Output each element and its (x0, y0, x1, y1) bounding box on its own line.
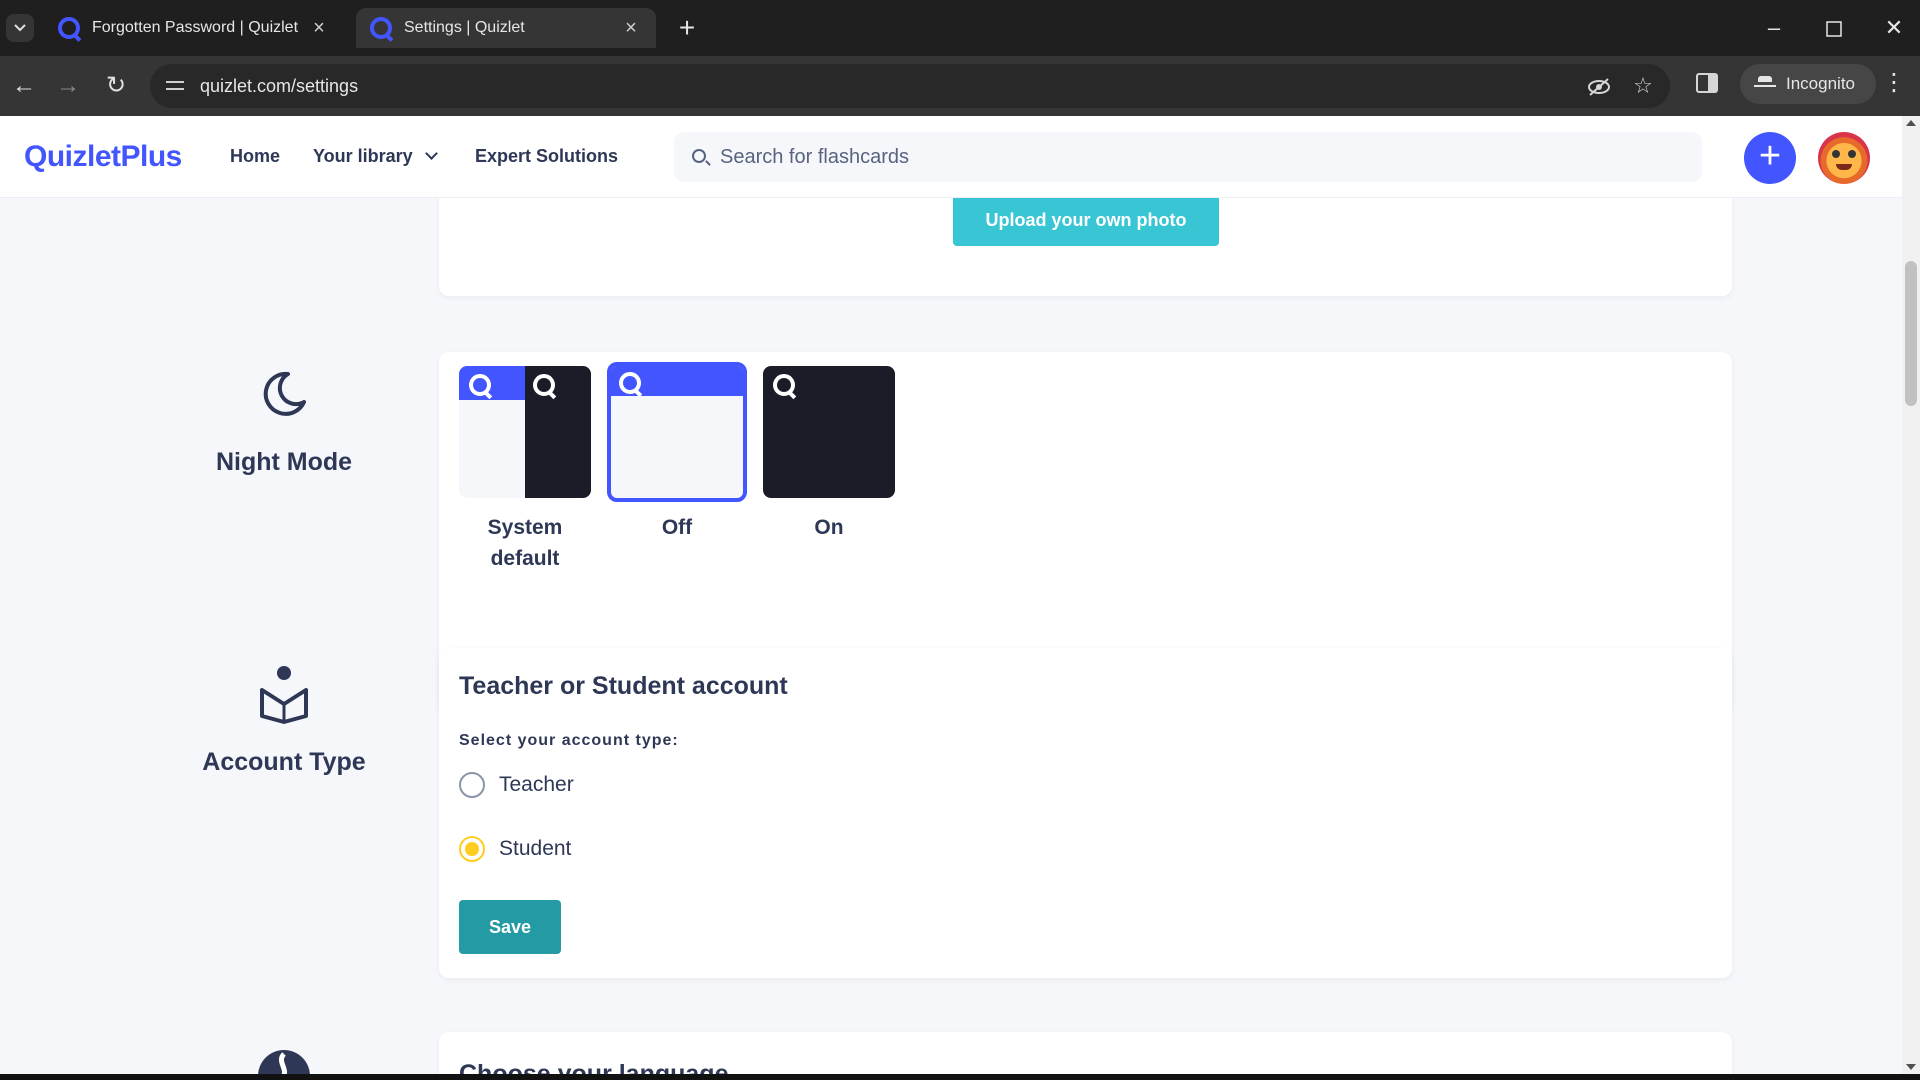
mode-label: Off (661, 516, 693, 539)
quizlet-favicon-icon (58, 17, 80, 39)
eye-slash-icon[interactable] (1586, 74, 1612, 100)
radio-option-teacher[interactable]: Teacher (459, 772, 574, 798)
nav-expert-solutions[interactable]: Expert Solutions (475, 146, 618, 167)
close-window-icon[interactable]: ✕ (1874, 14, 1914, 44)
moon-icon (258, 368, 310, 420)
site-info-icon[interactable] (164, 74, 188, 98)
upload-photo-button[interactable]: Upload your own photo (953, 194, 1219, 246)
night-mode-option-on[interactable]: On (763, 366, 895, 543)
quizlet-q-icon (469, 374, 491, 396)
quizlet-q-icon (533, 374, 555, 396)
system-default-thumbnail (459, 366, 591, 498)
close-icon[interactable]: × (620, 17, 642, 40)
nav-home[interactable]: Home (230, 146, 280, 167)
browser-toolbar: ← → ↻ quizlet.com/settings ☆ Incognito ⋮ (0, 56, 1920, 116)
mode-label: On (814, 516, 844, 539)
tab-title: Forgotten Password | Quizlet (92, 19, 299, 36)
site-header: QuizletPlus Home Your library Expert Sol… (0, 116, 1902, 198)
address-bar[interactable]: quizlet.com/settings ☆ (150, 64, 1670, 108)
scrollbar-thumb[interactable] (1905, 261, 1917, 406)
night-mode-option-system-default[interactable]: System default (459, 366, 591, 574)
incognito-indicator[interactable]: Incognito (1740, 64, 1876, 104)
address-url[interactable]: quizlet.com/settings (200, 76, 358, 97)
off-thumbnail (607, 362, 747, 502)
create-button[interactable]: + (1744, 132, 1796, 184)
search-icon (692, 149, 706, 163)
page-scrollbar[interactable] (1902, 116, 1920, 1074)
browser-menu-icon[interactable]: ⋮ (1882, 70, 1906, 98)
night-mode-label: Night Mode (215, 448, 353, 476)
quizlet-q-icon (619, 372, 641, 394)
quizlet-favicon-icon (370, 17, 392, 39)
radio-option-student[interactable]: Student (459, 836, 571, 862)
incognito-icon (1754, 76, 1776, 92)
avatar[interactable] (1818, 132, 1870, 184)
chevron-down-icon (424, 147, 438, 160)
browser-tab-settings[interactable]: Settings | Quizlet × (356, 8, 656, 48)
quizletplus-logo[interactable]: QuizletPlus (24, 140, 182, 174)
browser-tab-strip: Forgotten Password | Quizlet × Settings … (0, 0, 1920, 56)
globe-icon (256, 1048, 312, 1074)
new-tab-button[interactable]: + (672, 14, 702, 44)
account-type-label: Account Type (202, 748, 366, 776)
account-type-card: Teacher or Student account Select your a… (439, 648, 1732, 978)
close-icon[interactable]: × (308, 17, 330, 40)
reload-icon[interactable]: ↻ (100, 70, 132, 102)
account-type-field-label: Select your account type: (459, 732, 679, 749)
mode-label: System default (487, 516, 563, 570)
minimize-window-icon[interactable]: – (1754, 14, 1794, 44)
page-viewport: QuizletPlus Home Your library Expert Sol… (0, 116, 1902, 1074)
student-label: Student (499, 837, 572, 860)
save-button[interactable]: Save (459, 900, 561, 954)
language-title: Choose your language (459, 1060, 729, 1074)
quizlet-q-icon (773, 374, 795, 396)
forward-arrow-icon[interactable]: → (52, 70, 84, 102)
tab-search-button[interactable] (6, 14, 34, 42)
teacher-radio[interactable] (459, 772, 485, 798)
nav-your-library-label: Your library (313, 146, 413, 166)
scroll-up-icon[interactable] (1906, 120, 1916, 126)
search-bar[interactable] (674, 132, 1702, 182)
window-bottom-edge (0, 1074, 1920, 1080)
account-type-title: Teacher or Student account (459, 672, 788, 700)
teacher-label: Teacher (499, 773, 574, 796)
search-input[interactable] (720, 132, 1680, 182)
maximize-window-icon[interactable] (1814, 14, 1854, 44)
back-arrow-icon[interactable]: ← (8, 70, 40, 102)
scroll-down-icon[interactable] (1906, 1064, 1916, 1070)
tab-title: Settings | Quizlet (404, 19, 525, 36)
language-card: Choose your language (439, 1032, 1732, 1074)
student-radio[interactable] (459, 836, 485, 862)
browser-tab-forgotten-password[interactable]: Forgotten Password | Quizlet × (44, 8, 344, 48)
side-panel-icon[interactable] (1696, 73, 1718, 93)
incognito-label: Incognito (1786, 74, 1855, 93)
night-mode-option-off[interactable]: Off (607, 362, 747, 543)
chevron-down-icon (14, 24, 26, 32)
nav-your-library[interactable]: Your library (313, 146, 438, 167)
on-thumbnail (763, 366, 895, 498)
open-book-icon (256, 664, 312, 724)
bookmark-star-icon[interactable]: ☆ (1630, 74, 1656, 100)
